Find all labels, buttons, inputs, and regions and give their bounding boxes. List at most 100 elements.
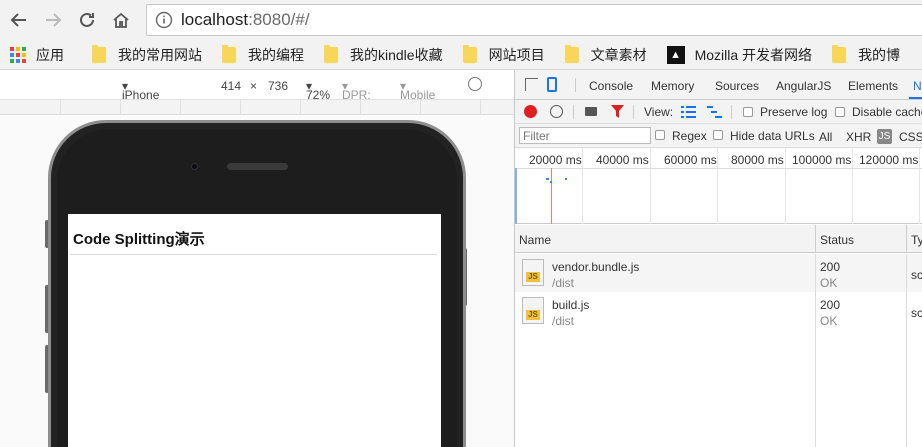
table-row[interactable]: JS vendor.bundle.js /dist 200 OK sc — [515, 254, 922, 292]
preserve-log-checkbox[interactable] — [743, 107, 753, 117]
regex-label: Regex — [672, 129, 707, 143]
filter-xhr[interactable]: XHR — [846, 130, 871, 144]
bookmarks-bar: 应用 我的常用网站 我的编程 我的kindle收藏 网站项目 文章素材 ▲ Moz… — [0, 40, 922, 70]
request-status: 200 — [820, 298, 841, 312]
device-toolbar: iPhone 6 Pl... ▾ 414 × 736 72%▾ DPR: 3.0… — [0, 70, 514, 116]
folder-icon — [462, 44, 477, 63]
address-bar[interactable]: localhost:8080/#/ — [146, 4, 922, 36]
timeline-request-bar — [546, 178, 549, 180]
request-status-text: OK — [820, 314, 838, 328]
home-icon — [113, 12, 129, 28]
inspect-icon[interactable] — [525, 78, 538, 91]
request-path: /dist — [552, 276, 575, 290]
timeline-label: 120000 ms — [859, 153, 919, 167]
network-overview[interactable]: 20000 ms 40000 ms 60000 ms 80000 ms 1000… — [515, 148, 922, 224]
tab-network[interactable]: N — [913, 79, 922, 93]
zoom-select[interactable]: 72% ▾ — [306, 79, 330, 102]
reload-icon — [80, 12, 94, 27]
bookmark-folder[interactable]: 文章素材 — [564, 44, 647, 65]
devtools-panel: Console Memory Sources AngularJS Element… — [514, 70, 922, 447]
title-divider — [70, 254, 437, 255]
folder-icon — [564, 44, 579, 63]
timeline-label: 60000 ms — [664, 153, 717, 167]
preserve-log-label: Preserve log — [760, 105, 828, 119]
filter-input[interactable] — [519, 127, 651, 144]
folder-icon — [222, 44, 236, 63]
request-type: sc — [911, 306, 922, 320]
dimension-separator: × — [250, 79, 258, 93]
waterfall-view-icon[interactable] — [707, 106, 722, 118]
tab-console[interactable]: Console — [589, 79, 633, 93]
timeline-label: 80000 ms — [731, 153, 784, 167]
disable-cache-label: Disable cache — [852, 105, 922, 119]
apps-icon — [10, 46, 26, 63]
timeline-label: 20000 ms — [529, 153, 582, 167]
network-filter-bar: Regex Hide data URLs All XHR JS CSS — [515, 124, 922, 148]
camera-capture-icon[interactable] — [585, 107, 597, 116]
tab-elements[interactable]: Elements — [848, 79, 898, 93]
filter-js[interactable]: JS — [877, 129, 892, 144]
regex-checkbox[interactable] — [655, 130, 665, 140]
device-toggle-icon[interactable] — [547, 77, 557, 92]
mode-select[interactable]: Mobile ▾ — [400, 79, 435, 102]
timeline-label: 100000 ms — [792, 153, 852, 167]
dpr-select[interactable]: DPR: 3.0▾ — [342, 79, 371, 116]
bookmark-folder[interactable]: 我的kindle收藏 — [324, 44, 443, 65]
devtools-tabbar: Console Memory Sources AngularJS Element… — [515, 70, 922, 100]
folder-icon — [324, 44, 338, 63]
request-name: vendor.bundle.js — [552, 260, 640, 274]
timeline-label: 40000 ms — [596, 153, 649, 167]
rotate-icon[interactable] — [468, 77, 482, 91]
timeline-marker-red — [551, 168, 552, 224]
timeline-request-bar — [565, 178, 567, 180]
arrow-right-icon — [46, 13, 62, 27]
phone-screen: Code Splitting演示 — [68, 214, 441, 447]
filter-icon[interactable] — [611, 105, 624, 119]
request-path: /dist — [552, 314, 575, 328]
device-select[interactable]: iPhone 6 Pl... ▾ — [122, 79, 159, 116]
js-file-icon: JS — [522, 297, 544, 324]
page-title: Code Splitting演示 — [73, 231, 205, 248]
list-view-icon[interactable] — [681, 106, 696, 118]
bookmark-folder[interactable]: 网站项目 — [462, 44, 545, 65]
device-ruler — [0, 100, 514, 115]
forward-button[interactable] — [36, 3, 70, 37]
folder-icon — [832, 44, 847, 63]
clear-icon[interactable] — [550, 105, 563, 118]
arrow-left-icon — [10, 13, 26, 27]
bookmark-folder[interactable]: 我的博 — [832, 44, 900, 65]
view-label: View: — [644, 105, 674, 119]
request-name: build.js — [552, 298, 590, 312]
request-status-text: OK — [820, 276, 838, 290]
column-name[interactable]: Name — [519, 233, 551, 247]
tab-sources[interactable]: Sources — [715, 79, 759, 93]
requests-table-header: Name Status Ty — [515, 225, 922, 253]
device-width[interactable]: 414 — [221, 79, 241, 93]
record-icon[interactable] — [524, 105, 537, 118]
column-status[interactable]: Status — [820, 233, 854, 247]
home-button[interactable] — [104, 3, 138, 37]
device-height[interactable]: 736 — [268, 79, 288, 93]
folder-icon — [92, 44, 106, 63]
requests-table-body — [515, 330, 922, 447]
bookmark-folder[interactable]: 我的常用网站 — [92, 44, 202, 65]
bookmark-apps[interactable]: 应用 — [10, 45, 64, 65]
back-button[interactable] — [2, 3, 36, 37]
tab-memory[interactable]: Memory — [651, 79, 694, 93]
url-text: localhost:8080/#/ — [181, 10, 310, 29]
filter-css[interactable]: CSS — [899, 130, 922, 144]
table-row[interactable]: JS build.js /dist 200 OK sc — [515, 292, 922, 330]
speaker-grille — [227, 163, 288, 170]
tab-angularjs[interactable]: AngularJS — [776, 79, 831, 93]
bookmark-folder[interactable]: 我的编程 — [222, 44, 304, 65]
reload-button[interactable] — [70, 3, 104, 37]
timeline-request-bar — [550, 181, 552, 183]
network-toolbar: View: Preserve log Disable cache — [515, 100, 922, 124]
disable-cache-checkbox[interactable] — [835, 107, 845, 117]
filter-all[interactable]: All — [819, 130, 832, 144]
hide-data-urls-checkbox[interactable] — [713, 130, 723, 140]
bookmark-mozilla[interactable]: ▲ Mozilla 开发者网络 — [666, 45, 812, 65]
mozilla-icon: ▲ — [666, 45, 685, 64]
column-type[interactable]: Ty — [911, 233, 922, 247]
hide-data-urls-label: Hide data URLs — [730, 129, 815, 143]
